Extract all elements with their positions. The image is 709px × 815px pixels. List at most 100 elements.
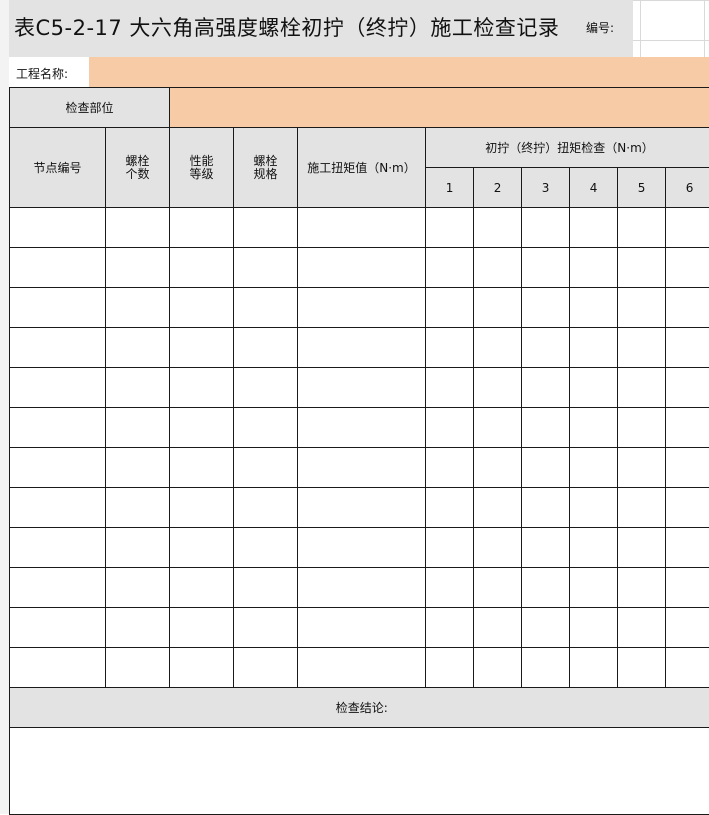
cell-node-no[interactable] — [10, 488, 106, 528]
cell-check-2[interactable] — [474, 528, 522, 568]
cell-check-3[interactable] — [522, 528, 570, 568]
cell-check-3[interactable] — [522, 648, 570, 688]
cell-node-no[interactable] — [10, 408, 106, 448]
cell-grade[interactable] — [170, 368, 234, 408]
cell-grade[interactable] — [170, 648, 234, 688]
cell-check-3[interactable] — [522, 328, 570, 368]
cell-grade[interactable] — [170, 408, 234, 448]
cell-torque-value[interactable] — [298, 528, 426, 568]
cell-bolt-count[interactable] — [106, 528, 170, 568]
cell-spec[interactable] — [234, 208, 298, 248]
cell-check-5[interactable] — [618, 288, 666, 328]
cell-bolt-count[interactable] — [106, 608, 170, 648]
cell-spec[interactable] — [234, 488, 298, 528]
cell-check-6[interactable] — [666, 608, 709, 648]
cell-check-4[interactable] — [570, 368, 618, 408]
cell-grade[interactable] — [170, 608, 234, 648]
cell-bolt-count[interactable] — [106, 248, 170, 288]
cell-check-1[interactable] — [426, 488, 474, 528]
cell-check-3[interactable] — [522, 288, 570, 328]
cell-bolt-count[interactable] — [106, 568, 170, 608]
cell-spec[interactable] — [234, 448, 298, 488]
cell-bolt-count[interactable] — [106, 648, 170, 688]
cell-check-6[interactable] — [666, 568, 709, 608]
cell-check-4[interactable] — [570, 528, 618, 568]
cell-node-no[interactable] — [10, 528, 106, 568]
cell-node-no[interactable] — [10, 448, 106, 488]
cell-check-5[interactable] — [618, 448, 666, 488]
cell-check-3[interactable] — [522, 248, 570, 288]
cell-spec[interactable] — [234, 248, 298, 288]
cell-check-1[interactable] — [426, 248, 474, 288]
cell-spec[interactable] — [234, 328, 298, 368]
cell-torque-value[interactable] — [298, 408, 426, 448]
cell-check-5[interactable] — [618, 208, 666, 248]
cell-spec[interactable] — [234, 288, 298, 328]
cell-bolt-count[interactable] — [106, 288, 170, 328]
cell-grade[interactable] — [170, 488, 234, 528]
cell-check-1[interactable] — [426, 288, 474, 328]
cell-check-4[interactable] — [570, 288, 618, 328]
cell-check-4[interactable] — [570, 608, 618, 648]
cell-torque-value[interactable] — [298, 448, 426, 488]
cell-grade[interactable] — [170, 328, 234, 368]
cell-check-2[interactable] — [474, 648, 522, 688]
cell-check-5[interactable] — [618, 368, 666, 408]
cell-check-6[interactable] — [666, 248, 709, 288]
cell-check-4[interactable] — [570, 648, 618, 688]
cell-check-3[interactable] — [522, 208, 570, 248]
cell-check-6[interactable] — [666, 488, 709, 528]
cell-grade[interactable] — [170, 528, 234, 568]
cell-check-6[interactable] — [666, 368, 709, 408]
cell-spec[interactable] — [234, 568, 298, 608]
cell-check-5[interactable] — [618, 568, 666, 608]
cell-check-4[interactable] — [570, 408, 618, 448]
cell-torque-value[interactable] — [298, 568, 426, 608]
cell-check-2[interactable] — [474, 608, 522, 648]
cell-bolt-count[interactable] — [106, 208, 170, 248]
cell-torque-value[interactable] — [298, 608, 426, 648]
cell-check-2[interactable] — [474, 208, 522, 248]
cell-check-6[interactable] — [666, 408, 709, 448]
cell-check-5[interactable] — [618, 608, 666, 648]
cell-spec[interactable] — [234, 648, 298, 688]
cell-check-5[interactable] — [618, 248, 666, 288]
cell-grade[interactable] — [170, 208, 234, 248]
project-name-field[interactable] — [89, 57, 709, 87]
cell-bolt-count[interactable] — [106, 488, 170, 528]
cell-grade[interactable] — [170, 568, 234, 608]
cell-torque-value[interactable] — [298, 208, 426, 248]
cell-bolt-count[interactable] — [106, 448, 170, 488]
cell-check-1[interactable] — [426, 608, 474, 648]
cell-check-5[interactable] — [618, 488, 666, 528]
cell-node-no[interactable] — [10, 368, 106, 408]
cell-grade[interactable] — [170, 288, 234, 328]
cell-spec[interactable] — [234, 528, 298, 568]
cell-node-no[interactable] — [10, 328, 106, 368]
cell-check-1[interactable] — [426, 208, 474, 248]
cell-torque-value[interactable] — [298, 288, 426, 328]
cell-check-1[interactable] — [426, 448, 474, 488]
cell-torque-value[interactable] — [298, 248, 426, 288]
cell-bolt-count[interactable] — [106, 408, 170, 448]
cell-torque-value[interactable] — [298, 648, 426, 688]
cell-grade[interactable] — [170, 248, 234, 288]
cell-check-1[interactable] — [426, 368, 474, 408]
cell-check-5[interactable] — [618, 528, 666, 568]
cell-check-4[interactable] — [570, 328, 618, 368]
cell-bolt-count[interactable] — [106, 368, 170, 408]
cell-check-2[interactable] — [474, 328, 522, 368]
cell-check-3[interactable] — [522, 368, 570, 408]
cell-check-2[interactable] — [474, 408, 522, 448]
cell-spec[interactable] — [234, 368, 298, 408]
cell-check-2[interactable] — [474, 248, 522, 288]
cell-node-no[interactable] — [10, 568, 106, 608]
cell-check-4[interactable] — [570, 568, 618, 608]
cell-check-2[interactable] — [474, 368, 522, 408]
cell-check-4[interactable] — [570, 208, 618, 248]
conclusion-body[interactable] — [10, 728, 709, 815]
cell-spec[interactable] — [234, 408, 298, 448]
inspection-location-field[interactable] — [170, 88, 709, 128]
cell-check-3[interactable] — [522, 488, 570, 528]
cell-torque-value[interactable] — [298, 488, 426, 528]
